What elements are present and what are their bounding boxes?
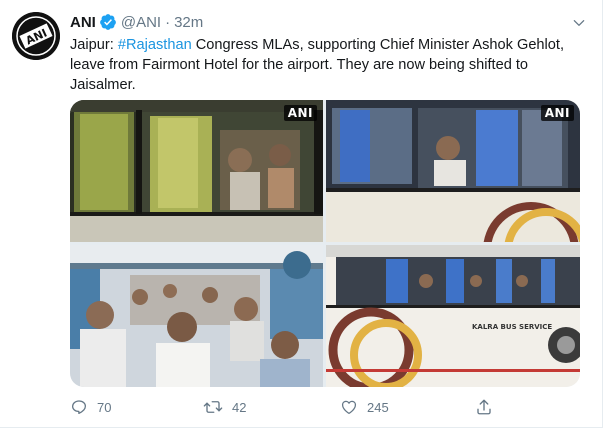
ani-watermark: ANI [283,105,317,121]
retweet-count: 42 [232,399,247,415]
verified-badge-icon [99,13,117,31]
bus-side-text: KALRA BUS SERVICE [472,323,552,331]
retweet-icon [203,401,223,413]
tweet-timestamp[interactable]: 32m [174,14,203,31]
like-count: 245 [367,399,389,415]
author-handle[interactable]: @ANI [121,14,161,31]
tweet-header: ANI @ANI · 32m [70,12,588,32]
chevron-down-icon[interactable] [570,14,588,32]
media-grid: ANI ANI KALRA BUS SERVICE [70,100,580,387]
photo-bus-windows-1[interactable]: ANI [70,100,323,242]
ani-watermark: ANI [540,105,574,121]
tweet-card[interactable]: ANI ANI @ANI · 32m Jaipur: #Rajasthan Co… [0,0,603,428]
separator-dot: · [165,13,171,31]
tweet-text: Jaipur: #Rajasthan Congress MLAs, suppor… [70,35,594,95]
photo-bus-interior[interactable] [70,245,323,387]
reply-button[interactable]: 70 [70,396,111,418]
reply-icon [71,400,87,415]
ani-logo-icon: ANI [12,12,60,60]
author-name[interactable]: ANI [70,14,96,31]
heart-icon [341,400,357,415]
avatar[interactable]: ANI [12,12,60,60]
hashtag-link[interactable]: #Rajasthan [118,37,192,53]
photo-bus-windows-2[interactable]: ANI [326,100,580,242]
retweet-button[interactable]: 42 [203,396,246,418]
photo-bus-exterior[interactable]: KALRA BUS SERVICE [326,245,580,387]
reply-count: 70 [97,399,112,415]
tweet-text-prefix: Jaipur: [70,37,118,53]
like-button[interactable]: 245 [340,396,389,418]
tweet-actions: 70 42 245 [70,396,510,418]
share-icon [477,399,491,415]
share-button[interactable] [475,396,502,418]
